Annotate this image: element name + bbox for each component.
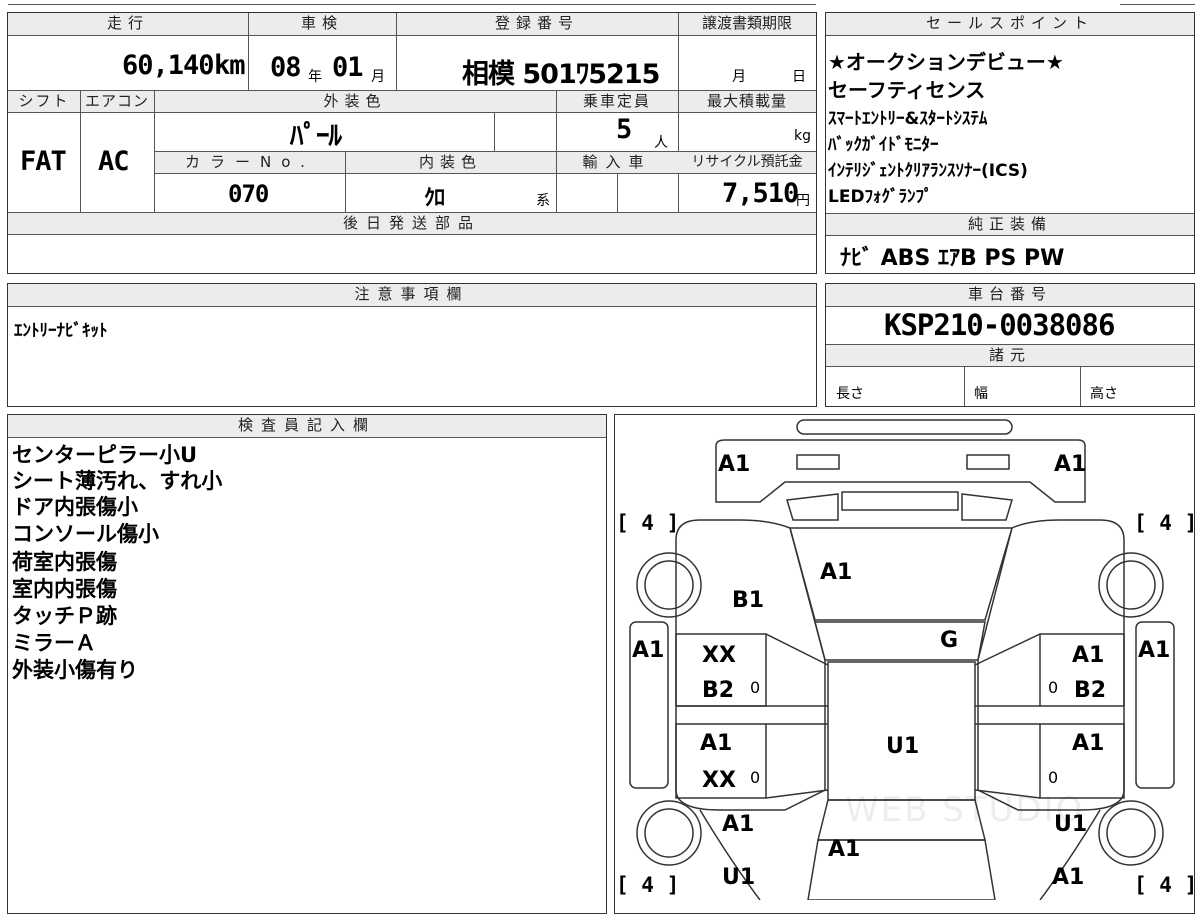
mark-trunk: A1 bbox=[828, 837, 861, 862]
mark-left-side: A1 bbox=[632, 638, 665, 663]
mark-lf-door-bottom: B2 bbox=[702, 678, 735, 703]
mark-rf-door-bottom: B2 bbox=[1074, 678, 1107, 703]
mark-lf-zero: 0 bbox=[750, 678, 761, 697]
mark-roof: U1 bbox=[886, 734, 920, 759]
mark-rf-door-top: A1 bbox=[1072, 643, 1105, 668]
mark-lf-door-top: XX bbox=[702, 643, 736, 668]
mark-lr-door-bottom: XX bbox=[702, 768, 736, 793]
mark-rr-zero: 0 bbox=[1048, 768, 1059, 787]
mark-windshield: G bbox=[940, 628, 959, 653]
mark-rear-right: A1 bbox=[1052, 865, 1085, 890]
tire-bracket-rr: [ 4 ] bbox=[1134, 873, 1198, 897]
mark-right-side: A1 bbox=[1138, 638, 1171, 663]
mark-front-left-corner: A1 bbox=[718, 452, 751, 477]
mark-rear-left: U1 bbox=[722, 865, 756, 890]
mark-rf-zero: 0 bbox=[1048, 678, 1059, 697]
mark-rr-door: A1 bbox=[1072, 731, 1105, 756]
watermark: WEB STUDIO bbox=[845, 790, 1085, 830]
tire-bracket-fr: [ 4 ] bbox=[1134, 511, 1198, 535]
tire-bracket-rl: [ 4 ] bbox=[616, 873, 680, 897]
mark-front-right-corner: A1 bbox=[1054, 452, 1087, 477]
mark-hood: A1 bbox=[820, 560, 853, 585]
mark-lr-zero: 0 bbox=[750, 768, 761, 787]
mark-lr-door-top: A1 bbox=[700, 731, 733, 756]
mark-left-quarter: A1 bbox=[722, 812, 755, 837]
tire-bracket-fl: [ 4 ] bbox=[616, 511, 680, 535]
car-outline-diagram bbox=[629, 419, 1175, 900]
mark-left-fender: B1 bbox=[732, 588, 765, 613]
